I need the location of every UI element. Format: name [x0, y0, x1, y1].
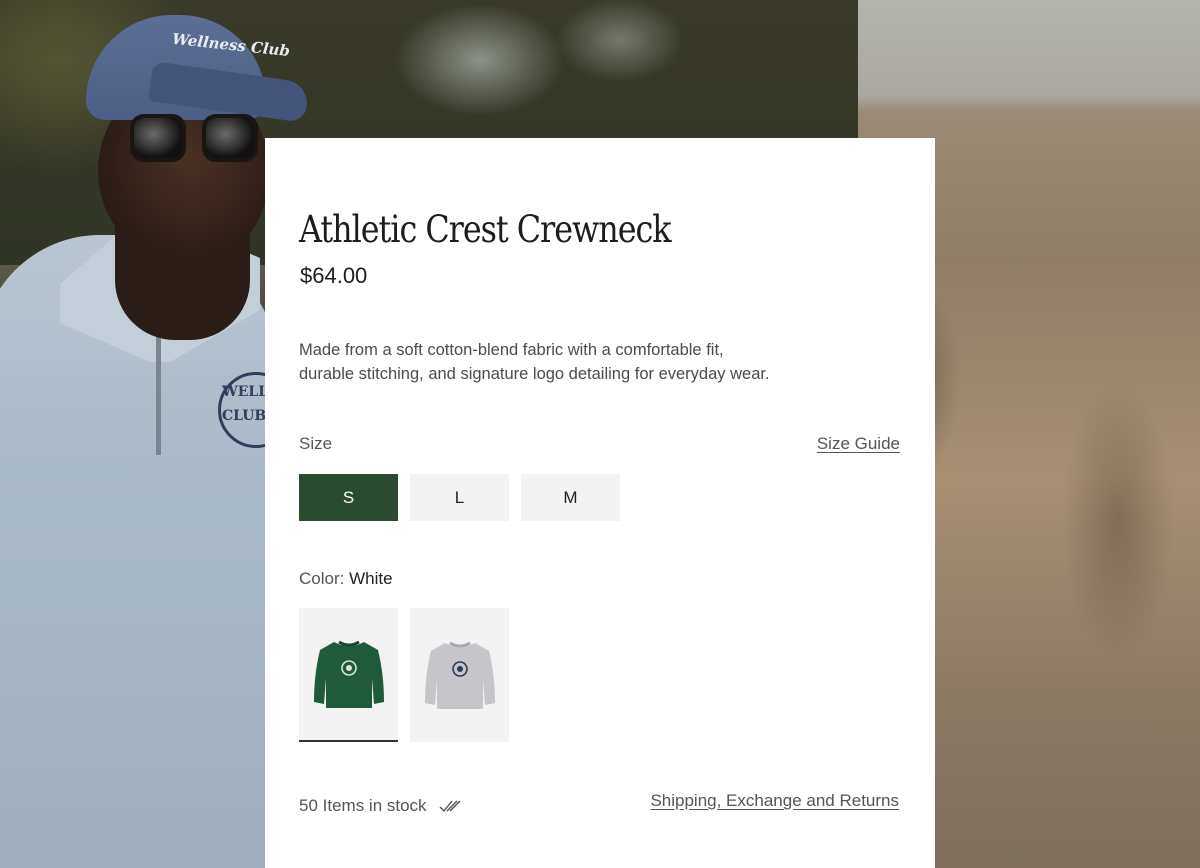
color-swatch-grey[interactable] — [410, 608, 509, 742]
product-description: Made from a soft cotton-blend fabric wit… — [299, 338, 819, 386]
left-lens — [130, 114, 186, 162]
product-price: $64.00 — [300, 263, 368, 288]
stock-status: 50 Items in stock — [299, 796, 461, 816]
color-label: Color: — [299, 569, 345, 588]
green-sweater-thumbnail-icon — [313, 640, 384, 708]
product-page: Wellness Club WELLNESS CLUB Athletic Cre… — [0, 0, 1200, 868]
product-title: Athletic Crest Crewneck — [299, 208, 672, 251]
shipping-returns-link[interactable]: Shipping, Exchange and Returns — [650, 791, 899, 811]
description-line: Made from a soft cotton-blend fabric wit… — [299, 341, 724, 359]
grey-sweater-thumbnail-icon — [424, 641, 495, 709]
stock-text: 50 Items in stock — [299, 796, 427, 815]
size-label: Size — [299, 434, 333, 453]
color-selector — [299, 608, 509, 742]
size-selector: S L M — [299, 474, 620, 521]
size-option-l[interactable]: L — [410, 474, 509, 521]
size-guide-link[interactable]: Size Guide — [817, 434, 900, 454]
color-label-row: Color: White — [299, 569, 393, 589]
color-swatch-green[interactable] — [299, 608, 398, 742]
model-photo: Wellness Club WELLNESS CLUB — [0, 0, 311, 868]
description-line: durable stitching, and signature logo de… — [299, 365, 770, 383]
right-lens — [202, 114, 258, 162]
double-check-icon — [439, 800, 461, 813]
color-selected-value: White — [349, 569, 393, 588]
model-zipper — [156, 330, 161, 455]
product-panel: Athletic Crest Crewneck $64.00 Made from… — [265, 138, 935, 868]
size-option-s[interactable]: S — [299, 474, 398, 521]
size-option-m[interactable]: M — [521, 474, 620, 521]
